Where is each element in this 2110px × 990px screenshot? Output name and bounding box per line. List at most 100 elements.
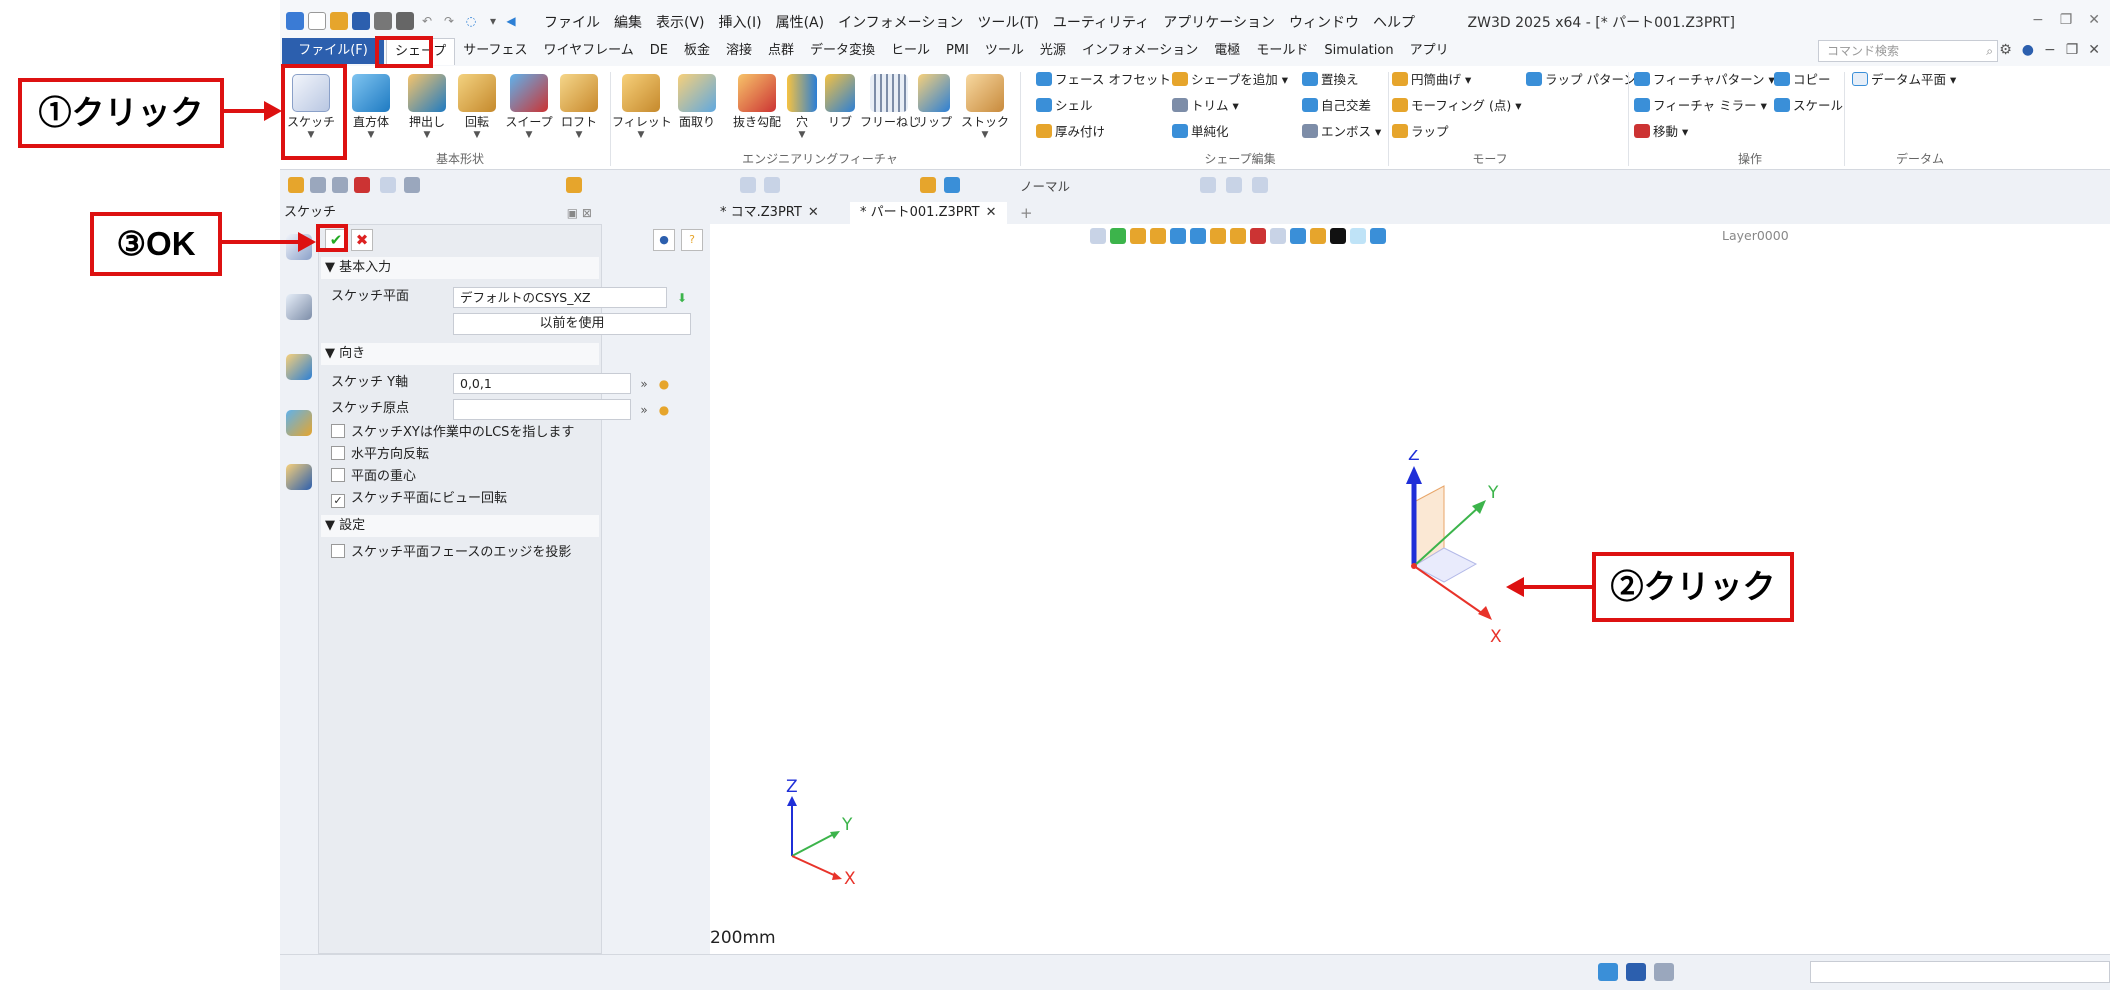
tab-surface[interactable]: サーフェス <box>455 38 535 65</box>
direction-pick-icon[interactable]: ● <box>655 375 673 393</box>
use-previous-button[interactable]: 以前を使用 <box>453 313 691 335</box>
section-basic-input[interactable]: ▼ 基本入力 <box>321 257 599 279</box>
print-preview-icon[interactable] <box>396 12 414 30</box>
minimize-button[interactable]: − <box>2032 12 2044 28</box>
ribbon-close-icon[interactable]: ✕ <box>2088 42 2100 58</box>
revolve-button[interactable]: 回転 ▼ <box>448 68 506 150</box>
redo-icon[interactable]: ↷ <box>440 12 458 30</box>
view-cube-icon[interactable] <box>1170 228 1186 244</box>
render-icon[interactable] <box>920 177 936 193</box>
menu-file[interactable]: ファイル <box>538 12 606 34</box>
point-icon[interactable] <box>354 177 370 193</box>
close-tab-icon[interactable]: ✕ <box>986 205 997 220</box>
tab-welding[interactable]: 溶接 <box>718 38 760 65</box>
shape-filter-icon[interactable] <box>380 177 396 193</box>
checkbox-lcs[interactable]: スケッチXYは作業中のLCSを指します <box>331 423 574 443</box>
loft-button[interactable]: ロフト ▼ <box>550 68 608 150</box>
help-panel-icon[interactable]: ? <box>681 229 703 251</box>
datum-triad[interactable]: Z Y X <box>1360 450 1520 650</box>
tab-electrode[interactable]: 電極 <box>1206 38 1248 65</box>
wrap-pattern-button[interactable]: ラップ パターン <box>1526 70 1636 90</box>
view-layers-icon[interactable] <box>1290 228 1306 244</box>
view-pen-icon[interactable] <box>1130 228 1146 244</box>
history-tree-icon[interactable] <box>286 294 312 320</box>
double-chevron-icon[interactable]: » <box>635 375 653 393</box>
stock-button[interactable]: ストック ▼ <box>956 68 1014 150</box>
view-back-icon[interactable] <box>1090 228 1106 244</box>
checkbox-view-rotate[interactable]: ✓ スケッチ平面にビュー回転 <box>331 489 507 509</box>
pin-icon[interactable]: ● <box>653 229 675 251</box>
fillet-button[interactable]: フィレット ▼ <box>612 68 672 150</box>
origin-point[interactable] <box>1411 563 1417 569</box>
draft-button[interactable]: 抜き勾配 <box>728 68 786 150</box>
view-align-icon[interactable] <box>740 177 756 193</box>
close-button[interactable]: ✕ <box>2088 12 2100 28</box>
color-swatch-icon[interactable] <box>1330 228 1346 244</box>
refresh-icon[interactable]: ◌ <box>462 12 480 30</box>
tab-point-cloud[interactable]: 点群 <box>760 38 802 65</box>
section-orientation[interactable]: ▼ 向き <box>321 343 599 365</box>
status-display-icon[interactable] <box>1626 963 1646 981</box>
add-shape-button[interactable]: シェープを追加 ▾ <box>1172 70 1288 90</box>
plane-pick-icon[interactable]: ⬇ <box>673 289 691 307</box>
menu-information[interactable]: インフォメーション <box>832 12 969 34</box>
panel-controls[interactable]: ▣ ⊠ <box>567 202 592 224</box>
datum-plane-button[interactable]: データム平面 ▾ <box>1852 70 1956 90</box>
checkbox-box[interactable] <box>331 446 345 460</box>
help-icon[interactable]: ● <box>2022 42 2034 58</box>
tab-file[interactable]: ファイル(F) <box>282 38 384 64</box>
double-chevron-icon[interactable]: » <box>635 401 653 419</box>
qat-dropdown-icon[interactable]: ▾ <box>484 12 502 30</box>
cancel-button[interactable]: ✖ <box>351 229 373 251</box>
self-intersect-button[interactable]: 自己交差 <box>1302 96 1371 116</box>
cylinder-bend-button[interactable]: 円筒曲げ ▾ <box>1392 70 1471 90</box>
sketch-plane-field[interactable]: デフォルトのCSYS_XZ <box>453 287 667 308</box>
menu-help[interactable]: ヘルプ <box>1367 12 1421 34</box>
view-target-icon[interactable] <box>1250 228 1266 244</box>
search-icon[interactable]: ⌕ <box>1986 41 1993 61</box>
thicken-button[interactable]: 厚み付け <box>1036 122 1105 142</box>
view-manager-icon[interactable] <box>286 410 312 436</box>
point-pick-icon[interactable]: ● <box>655 401 673 419</box>
circle-tool-icon[interactable] <box>1226 177 1242 193</box>
arc-tool-icon[interactable] <box>1252 177 1268 193</box>
origin-field[interactable] <box>453 399 631 420</box>
tab-heal[interactable]: ヒール <box>883 38 938 65</box>
replace-button[interactable]: 置換え <box>1302 70 1359 90</box>
add-tab-icon[interactable]: + <box>1020 202 1033 224</box>
tab-mold[interactable]: モールド <box>1248 38 1316 65</box>
simplify-button[interactable]: 単純化 <box>1172 122 1229 142</box>
view-section-icon[interactable] <box>1210 228 1226 244</box>
morph-point-button[interactable]: モーフィング (点) ▾ <box>1392 96 1521 116</box>
checkbox-box[interactable] <box>331 424 345 438</box>
close-tab-icon[interactable]: ✕ <box>808 205 819 220</box>
part-icon[interactable] <box>566 177 582 193</box>
view-zoom-icon[interactable] <box>1230 228 1246 244</box>
checkbox-box[interactable] <box>331 544 345 558</box>
view-orient-icon[interactable] <box>1190 228 1206 244</box>
face-offset-button[interactable]: フェース オフセット ▾ <box>1036 70 1181 90</box>
free-thread-button[interactable]: フリーねじ <box>860 68 920 150</box>
tab-de[interactable]: DE <box>642 38 676 65</box>
view-shaded-icon[interactable] <box>1150 228 1166 244</box>
emboss-button[interactable]: エンボス ▾ <box>1302 122 1381 142</box>
save-icon[interactable] <box>352 12 370 30</box>
transparency-icon[interactable] <box>1350 228 1366 244</box>
tab-sheet-metal[interactable]: 板金 <box>676 38 718 65</box>
status-view-icon[interactable] <box>1598 963 1618 981</box>
scale-button[interactable]: スケール <box>1774 96 1843 116</box>
view-tree-icon[interactable] <box>1110 228 1126 244</box>
tab-light[interactable]: 光源 <box>1032 38 1074 65</box>
layer-select[interactable]: Layer0000 <box>1722 227 1822 245</box>
tab-simulation[interactable]: Simulation <box>1316 38 1401 65</box>
part-manager-icon[interactable] <box>286 354 312 380</box>
settings-icon[interactable]: ⚙ <box>1999 42 2012 58</box>
checkbox-project-edges[interactable]: スケッチ平面フェースのエッジを投影 <box>331 543 571 563</box>
menu-window[interactable]: ウィンドウ <box>1283 12 1365 34</box>
shell-button[interactable]: シェル <box>1036 96 1093 116</box>
pick-filter-icon[interactable] <box>288 177 304 193</box>
checkbox-centroid[interactable]: 平面の重心 <box>331 467 416 487</box>
snap-icon[interactable] <box>310 177 326 193</box>
ribbon-restore-icon[interactable]: ❐ <box>2066 42 2079 58</box>
doc-tab-koma[interactable]: * コマ.Z3PRT ✕ <box>710 202 829 224</box>
